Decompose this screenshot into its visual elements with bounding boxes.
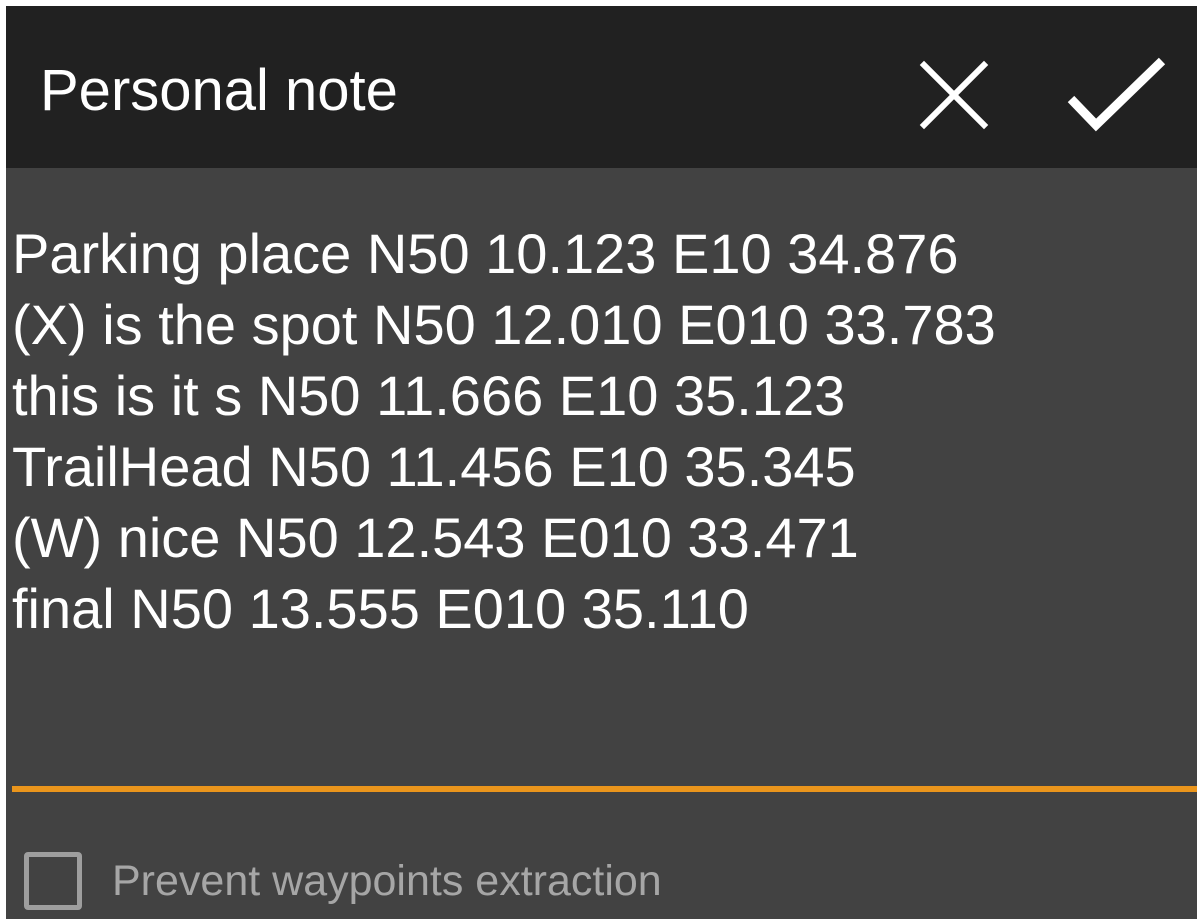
note-editor[interactable]: Parking place N50 10.123 E10 34.876 (X) i… — [6, 168, 1197, 808]
dialog-toolbar: Personal note — [6, 6, 1197, 168]
personal-note-dialog: Personal note Parking place N50 10.123 E… — [6, 6, 1197, 919]
note-line: (X) is the spot N50 12.010 E010 33.783 — [12, 293, 996, 356]
note-line: Parking place N50 10.123 E10 34.876 — [12, 222, 959, 285]
check-icon — [1067, 57, 1166, 132]
note-line: final N50 13.555 E010 35.110 — [12, 577, 749, 640]
note-line: TrailHead N50 11.456 E10 35.345 — [12, 435, 856, 498]
note-line: this is it s N50 11.666 E10 35.123 — [12, 364, 846, 427]
confirm-button[interactable] — [1061, 40, 1171, 150]
prevent-waypoints-label: Prevent waypoints extraction — [112, 856, 662, 905]
cancel-button[interactable] — [899, 40, 1009, 150]
prevent-waypoints-checkbox[interactable] — [24, 852, 82, 910]
note-textarea[interactable]: Parking place N50 10.123 E10 34.876 (X) i… — [12, 218, 1182, 644]
close-icon — [919, 60, 989, 130]
prevent-waypoints-option[interactable]: Prevent waypoints extraction — [24, 844, 662, 918]
input-underline — [12, 786, 1197, 792]
dialog-title: Personal note — [40, 58, 398, 123]
note-line: (W) nice N50 12.543 E010 33.471 — [12, 506, 859, 569]
